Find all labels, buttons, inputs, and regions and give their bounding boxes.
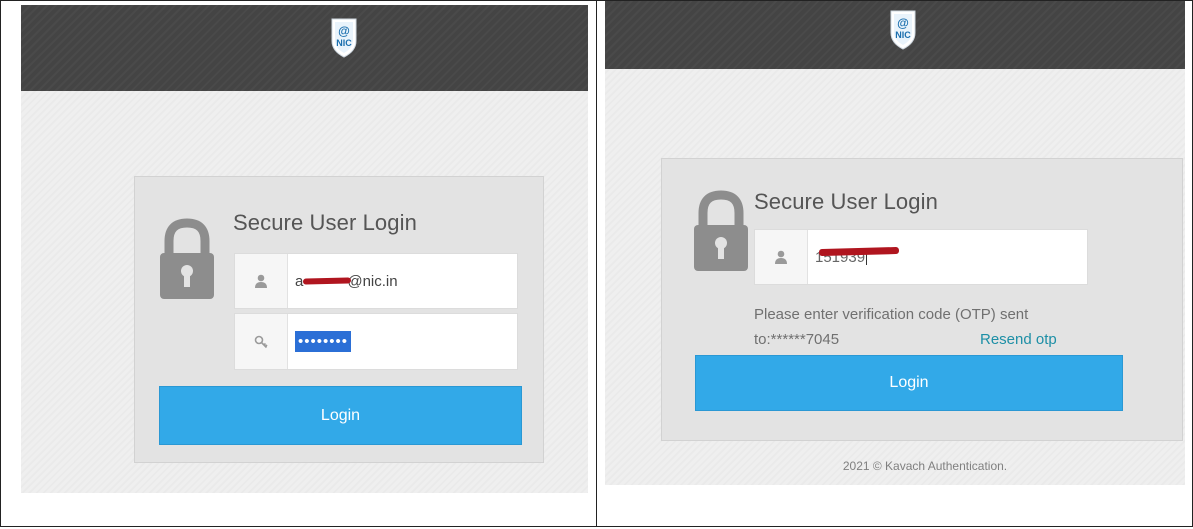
left-login-screen: @ NIC Secure User Login a @nic.in ••••••… xyxy=(21,5,588,493)
nic-logo: @ NIC xyxy=(888,7,918,51)
login-heading: Secure User Login xyxy=(754,189,938,214)
login-heading: Secure User Login xyxy=(233,210,417,235)
password-value: •••••••• xyxy=(295,314,352,369)
username-input[interactable]: a @nic.in xyxy=(234,253,518,309)
user-icon xyxy=(755,230,808,284)
username-value: a @nic.in xyxy=(295,272,398,290)
login-button[interactable]: Login xyxy=(695,355,1123,411)
password-dots: •••••••• xyxy=(295,331,352,352)
top-bar: @ NIC xyxy=(21,5,588,91)
login-panel: Secure User Login a @nic.in •••••••• Log… xyxy=(134,176,544,463)
otp-input[interactable]: 151939 xyxy=(754,229,1088,285)
top-bar: @ NIC xyxy=(605,1,1185,69)
login-button[interactable]: Login xyxy=(159,386,522,445)
resend-otp-link[interactable]: Resend otp xyxy=(980,331,1057,348)
key-icon xyxy=(235,314,288,369)
otp-value: 151939 xyxy=(815,230,900,284)
right-otp-screen: @ NIC Secure User Login 151939 Please en… xyxy=(605,1,1185,485)
lock-icon xyxy=(692,189,750,280)
logo-at: @ xyxy=(897,16,909,30)
redaction-mark xyxy=(303,277,352,285)
footer-copyright: 2021 © Kavach Authentication. xyxy=(842,459,1008,473)
left-screenshot-frame: @ NIC Secure User Login a @nic.in ••••••… xyxy=(0,0,596,527)
otp-panel: Secure User Login 151939 Please enter ve… xyxy=(661,158,1183,441)
nic-logo: @ NIC xyxy=(329,15,359,59)
redaction-mark xyxy=(818,246,900,257)
logo-at: @ xyxy=(338,24,350,38)
otp-destination: to:******7045 xyxy=(754,331,840,348)
user-icon xyxy=(235,254,288,308)
logo-nic: NIC xyxy=(895,30,911,40)
logo-nic: NIC xyxy=(336,38,352,48)
username-suffix: @nic.in xyxy=(347,272,398,290)
otp-instruction: Please enter verification code (OTP) sen… xyxy=(754,306,1029,323)
lock-icon xyxy=(158,217,216,308)
password-input[interactable]: •••••••• xyxy=(234,313,518,370)
right-screenshot-frame: @ NIC Secure User Login 151939 Please en… xyxy=(596,0,1193,527)
